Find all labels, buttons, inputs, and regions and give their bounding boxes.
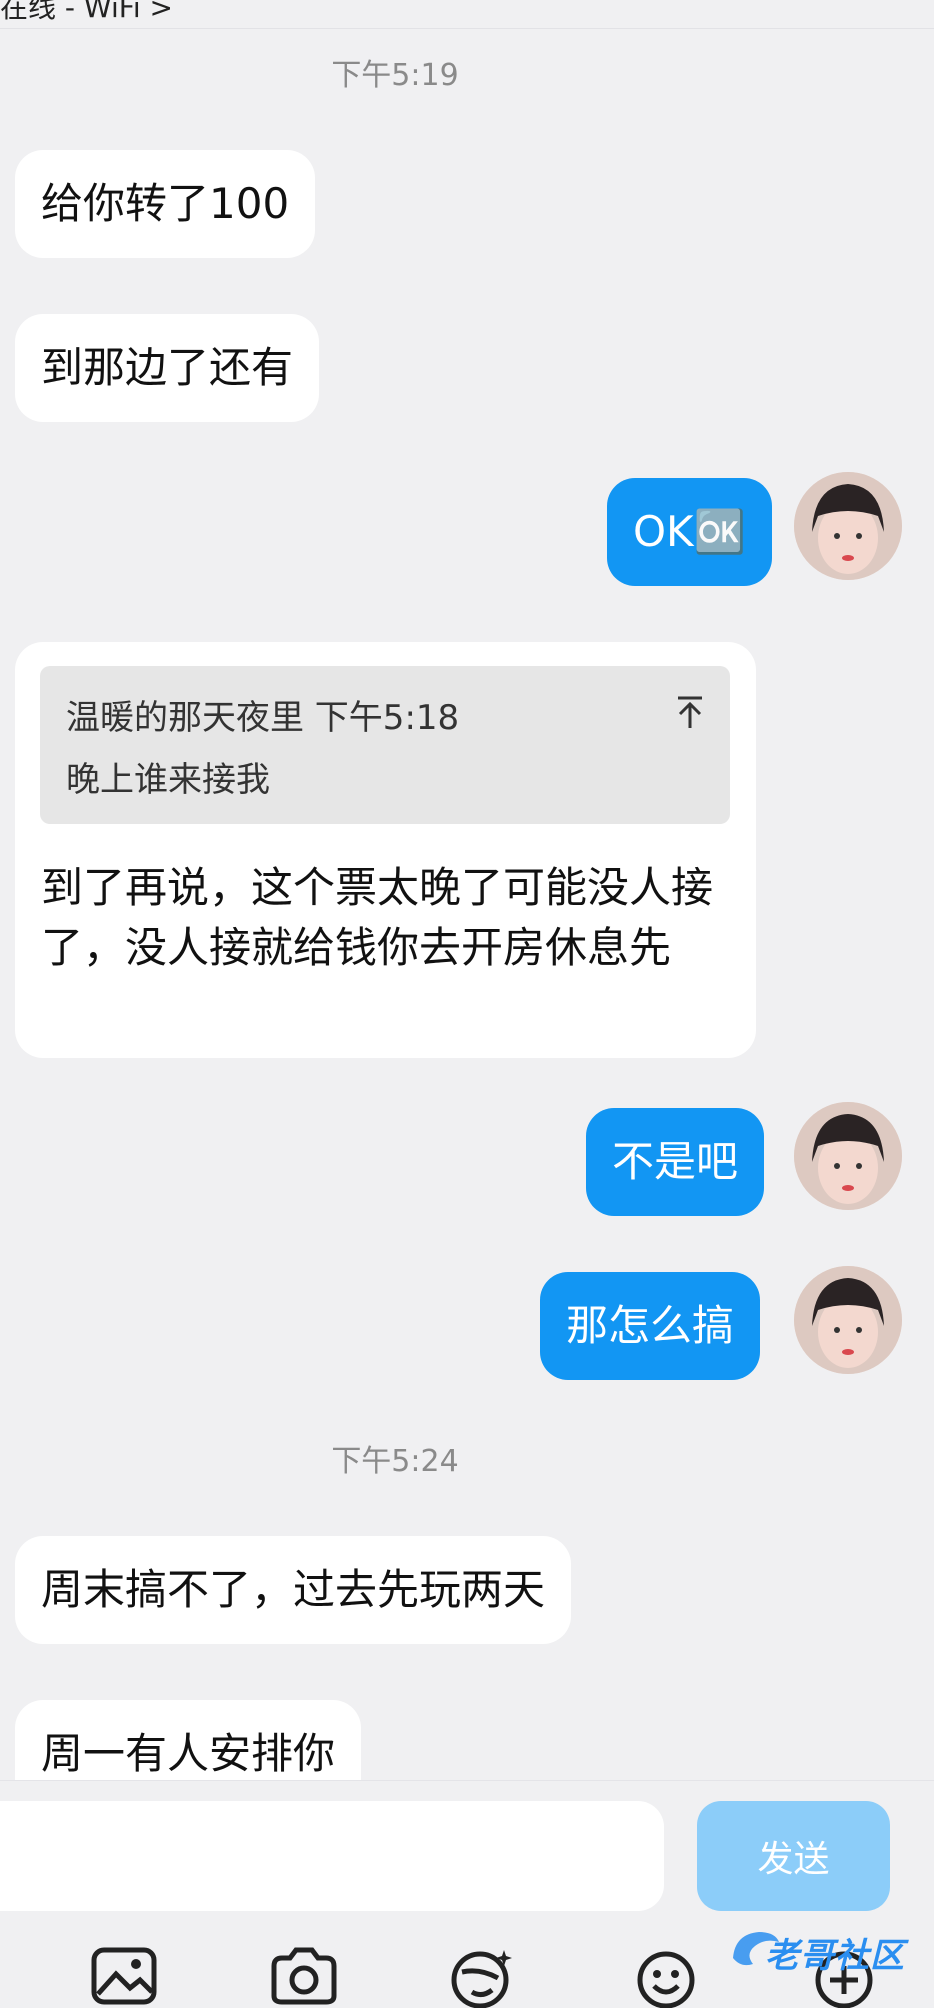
image-icon[interactable] [88,1944,160,2008]
avatar-image [794,1266,902,1374]
message-bubble-sent[interactable]: 那怎么搞 [540,1272,761,1380]
message-bubble-received[interactable]: 周末搞不了，过去先玩两天 [15,1536,572,1644]
quote-header: 温暖的那天夜里 下午5:18 [66,698,460,738]
camera-icon[interactable] [268,1944,340,2008]
chat-messages[interactable]: 下午5:19 给你转了100 到那边了还有 OK🆗 温暖的那天夜里 下午5:18… [0,28,934,1780]
message-bubble-reply[interactable]: 温暖的那天夜里 下午5:18 晚上谁来接我 到了再说，这个票太晚了可能没人接了，… [15,642,756,1058]
avatar-image [794,472,902,580]
quoted-message[interactable]: 温暖的那天夜里 下午5:18 晚上谁来接我 [40,666,730,824]
avatar-image [794,1102,902,1210]
message-bubble-sent[interactable]: 不是吧 [586,1108,765,1216]
message-input[interactable] [0,1801,664,1911]
quote-body: 晚上谁来接我 [66,760,270,800]
message-bubble-received[interactable]: 到那边了还有 [15,314,320,422]
sticker-icon[interactable] [446,1944,518,2008]
status-bar: 在线 - WiFi > [0,0,934,29]
jump-to-quote-icon[interactable] [670,692,710,732]
message-bubble-received[interactable]: 周一有人安排你 [15,1700,362,1780]
avatar[interactable] [794,1102,902,1210]
emoji-icon[interactable] [630,1944,702,2008]
timestamp: 下午5:24 [331,1444,459,1479]
message-bubble-sent[interactable]: OK🆗 [607,478,772,586]
watermark-logo: 老哥社区 [725,1920,925,1980]
input-bar: 发送 [0,1780,934,1917]
send-button[interactable]: 发送 [697,1801,890,1911]
watermark-text: 老哥社区 [765,1936,905,1976]
avatar[interactable] [794,1266,902,1374]
timestamp: 下午5:19 [331,58,459,93]
avatar[interactable] [794,472,902,580]
message-bubble-received[interactable]: 给你转了100 [15,150,316,258]
message-text: 到了再说，这个票太晚了可能没人接了，没人接就给钱你去开房休息先 [41,863,714,972]
status-text: 在线 - WiFi > [0,0,173,24]
